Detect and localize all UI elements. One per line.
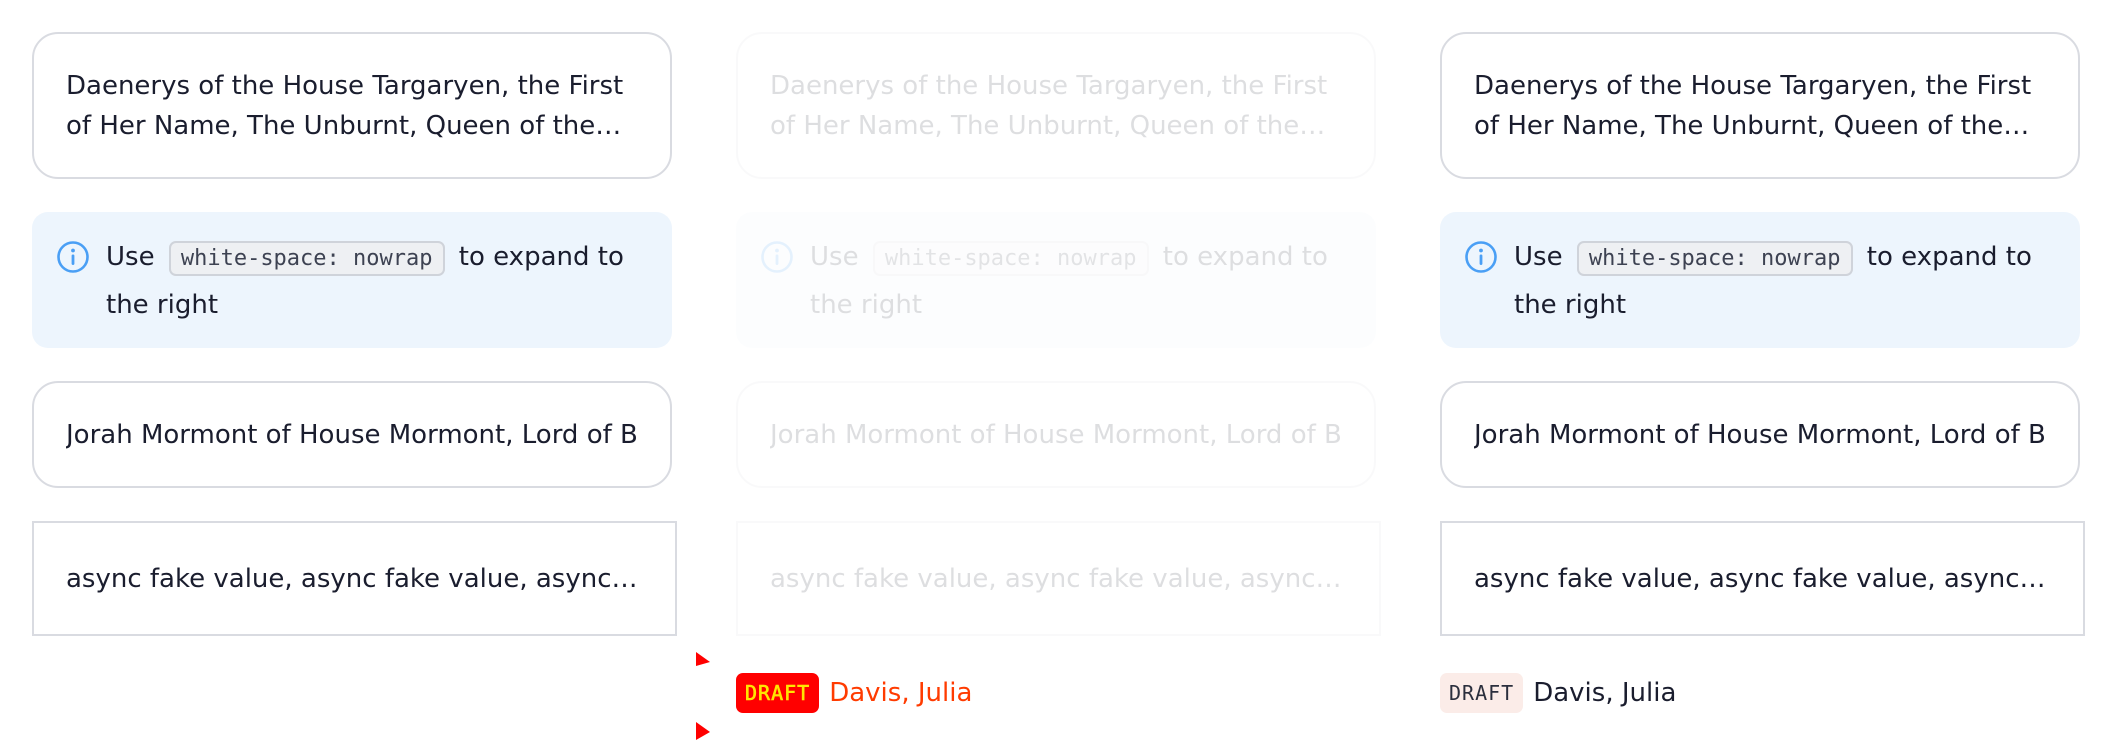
highlight-corner-mark <box>696 722 710 740</box>
code-snippet: white-space: nowrap <box>168 241 445 276</box>
single-line-field[interactable]: Jorah Mormont of House Mormont, Lord of … <box>32 381 672 488</box>
async-field-value: async fake value, async fake value, asyn… <box>66 563 643 594</box>
code-snippet: white-space: nowrap <box>1576 241 1853 276</box>
callout-text: Use white-space: nowrap to expand to the… <box>106 234 640 328</box>
author-name: Davis, Julia <box>1533 678 1677 708</box>
draft-badge: DRAFT <box>1440 673 1524 713</box>
column-normal-right: Daenerys of the House Targaryen, the Fir… <box>1408 0 2112 740</box>
callout-prefix: Use <box>1514 242 1563 272</box>
info-icon <box>1465 241 1497 273</box>
comparison-stage: Daenerys of the House Targaryen, the Fir… <box>0 0 2112 740</box>
draft-badge: DRAFT <box>736 673 820 713</box>
hint-callout: Use white-space: nowrap to expand to the… <box>736 212 1376 348</box>
multiline-field[interactable]: Daenerys of the House Targaryen, the Fir… <box>32 32 672 179</box>
column-content: Daenerys of the House Targaryen, the Fir… <box>1440 32 2085 636</box>
multiline-field[interactable]: Daenerys of the House Targaryen, the Fir… <box>1440 32 2080 179</box>
async-field-value: async fake value, async fake value, asyn… <box>1474 563 2051 594</box>
callout-prefix: Use <box>810 242 859 272</box>
info-icon <box>761 241 793 273</box>
hint-callout: Use white-space: nowrap to expand to the… <box>1440 212 2080 348</box>
single-line-field: Jorah Mormont of House Mormont, Lord of … <box>736 381 1376 488</box>
single-line-field-value: Jorah Mormont of House Mormont, Lord of … <box>770 419 1342 450</box>
highlight-corner-mark <box>696 652 710 666</box>
async-field[interactable]: async fake value, async fake value, asyn… <box>32 521 677 636</box>
multiline-field-value: Daenerys of the House Targaryen, the Fir… <box>66 71 624 141</box>
code-snippet: white-space: nowrap <box>872 241 1149 276</box>
async-field-value: async fake value, async fake value, asyn… <box>770 563 1347 594</box>
author-chip[interactable]: DRAFT Davis, Julia <box>1440 673 1676 713</box>
callout-prefix: Use <box>106 242 155 272</box>
author-name: Davis, Julia <box>829 678 973 708</box>
hint-callout: Use white-space: nowrap to expand to the… <box>32 212 672 348</box>
callout-text: Use white-space: nowrap to expand to the… <box>1514 234 2048 328</box>
column-content: Daenerys of the House Targaryen, the Fir… <box>32 32 677 636</box>
multiline-field-value: Daenerys of the House Targaryen, the Fir… <box>1474 71 2032 141</box>
single-line-field[interactable]: Jorah Mormont of House Mormont, Lord of … <box>1440 381 2080 488</box>
callout-text: Use white-space: nowrap to expand to the… <box>810 234 1344 328</box>
column-content: Daenerys of the House Targaryen, the Fir… <box>736 32 1381 636</box>
column-normal-left: Daenerys of the House Targaryen, the Fir… <box>0 0 704 740</box>
multiline-field-value: Daenerys of the House Targaryen, the Fir… <box>770 71 1328 141</box>
single-line-field-value: Jorah Mormont of House Mormont, Lord of … <box>66 419 638 450</box>
column-disabled-middle: Daenerys of the House Targaryen, the Fir… <box>696 0 1408 740</box>
async-field: async fake value, async fake value, asyn… <box>736 521 1381 636</box>
multiline-field: Daenerys of the House Targaryen, the Fir… <box>736 32 1376 179</box>
info-icon <box>57 241 89 273</box>
async-field[interactable]: async fake value, async fake value, asyn… <box>1440 521 2085 636</box>
single-line-field-value: Jorah Mormont of House Mormont, Lord of … <box>1474 419 2046 450</box>
author-highlighted[interactable]: DRAFT Davis, Julia <box>736 673 972 713</box>
